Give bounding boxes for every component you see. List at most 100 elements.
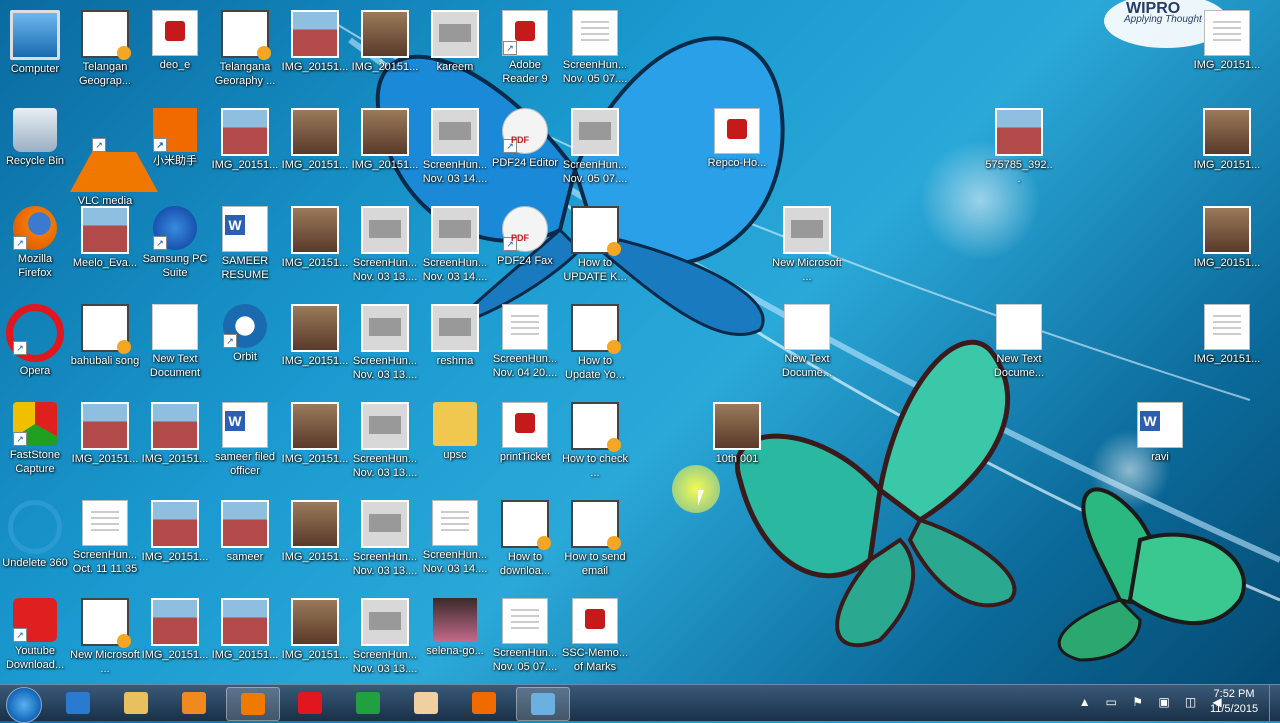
desktop-icon[interactable]: ↗ Samsung PC Suite xyxy=(140,202,210,298)
desktop-icon[interactable]: ScreenHun... Nov. 03 13.... xyxy=(350,496,420,592)
network-icon[interactable]: ◫ xyxy=(1184,695,1198,709)
desktop-icon[interactable]: upsc xyxy=(420,398,490,494)
desktop-icon[interactable]: ScreenHun... Nov. 03 14.... xyxy=(420,202,490,298)
desktop-icon[interactable]: How to Update Yo... xyxy=(560,300,630,396)
desktop-icon[interactable]: New Text Docume... xyxy=(984,300,1054,396)
taskbar-internet-explorer-button[interactable] xyxy=(52,687,104,719)
desktop-icon[interactable]: IMG_20151... xyxy=(210,594,280,690)
desktop-icon[interactable]: ↗ Youtube Download... xyxy=(0,594,70,690)
desktop-icon[interactable]: SSC-Memo... of Marks xyxy=(560,594,630,690)
desktop-icon[interactable]: IMG_20151... xyxy=(280,104,350,200)
desktop-icon[interactable]: ravi xyxy=(1125,398,1195,494)
start-button[interactable] xyxy=(6,687,42,723)
desktop-icon[interactable]: ↗ Adobe Reader 9 xyxy=(490,6,560,102)
desktop-icon-label: Adobe Reader 9 xyxy=(502,59,548,85)
desktop-icon[interactable]: IMG_20151... xyxy=(140,398,210,494)
desktop-icon[interactable]: ScreenHun... Nov. 05 07.... xyxy=(490,594,560,690)
desktop-icon[interactable]: printTicket xyxy=(490,398,560,494)
desktop-icon[interactable]: New Microsoft ... xyxy=(772,202,842,298)
desktop-icon[interactable]: ↗VLC media player xyxy=(70,104,158,221)
desktop-icon[interactable]: sameer filed officer xyxy=(210,398,280,494)
faststone-icon xyxy=(356,692,380,714)
desktop-icon[interactable]: kareem xyxy=(420,6,490,102)
desktop-icon[interactable]: ScreenHun... Nov. 05 07.... xyxy=(560,104,630,200)
desktop-icon[interactable]: ↗ 小米助手 xyxy=(140,104,210,200)
desktop-icon[interactable]: IMG_20151... xyxy=(1192,300,1262,396)
desktop-icon[interactable]: ↗ Opera xyxy=(0,300,70,396)
desktop-icon[interactable]: ↗ Orbit xyxy=(210,300,280,396)
desktop-icon[interactable]: ScreenHun... Nov. 03 13.... xyxy=(350,398,420,494)
flag-icon[interactable]: ⚑ xyxy=(1131,695,1145,709)
desktop-icon[interactable]: 575785_392... xyxy=(984,104,1054,200)
show-hidden-icons-icon[interactable]: ▲ xyxy=(1078,695,1092,709)
desktop-icon[interactable]: IMG_20151... xyxy=(280,398,350,494)
desktop-icon[interactable]: IMG_20151... xyxy=(280,496,350,592)
desktop-icon[interactable]: How to send email xyxy=(560,496,630,592)
desktop-icon[interactable]: deo_e xyxy=(140,6,210,102)
desktop-icon[interactable]: IMG_20151... xyxy=(1192,6,1262,102)
desktop-icon[interactable]: Repco-Ho... xyxy=(702,104,772,200)
taskbar-faststone-button[interactable] xyxy=(342,687,394,719)
desktop-icon[interactable]: ScreenHun... Nov. 03 14.... xyxy=(420,496,490,592)
desktop-icon[interactable]: IMG_20151... xyxy=(1192,202,1262,298)
monitor-icon[interactable]: ▣ xyxy=(1157,695,1171,709)
desktop-icon[interactable]: IMG_20151... xyxy=(350,104,420,200)
desktop-icon[interactable]: bahubali song xyxy=(70,300,140,396)
desktop-icon[interactable]: IMG_20151... xyxy=(280,300,350,396)
desktop-icon[interactable]: New Text Docume... xyxy=(772,300,842,396)
desktop-icon[interactable]: Undelete 360 xyxy=(0,496,70,592)
desktop-icon[interactable]: ↗ Mozilla Firefox xyxy=(0,202,70,298)
printer-icon[interactable]: ▭ xyxy=(1104,695,1118,709)
desktop-icon[interactable]: selena-go... xyxy=(420,594,490,690)
desktop-icon[interactable]: sameer xyxy=(210,496,280,592)
desktop-icon[interactable]: Telangana Georaphy ... xyxy=(210,6,280,102)
desktop-icon[interactable]: ScreenHun... Nov. 03 13.... xyxy=(350,594,420,690)
desktop-icon[interactable]: IMG_20151... xyxy=(350,6,420,102)
desktop-icon-label: PDF24 Fax xyxy=(497,255,553,267)
taskbar-firefox-button[interactable] xyxy=(226,687,280,721)
screen-icon xyxy=(431,304,479,352)
desktop-icon[interactable]: ↗ FastStone Capture xyxy=(0,398,70,494)
desktop-icon-label: IMG_20151... xyxy=(351,159,419,171)
taskbar-snipping-button[interactable] xyxy=(516,687,570,721)
desktop-icon[interactable]: IMG_20151... xyxy=(280,202,350,298)
desktop-icon[interactable]: Telangan Geograp... xyxy=(70,6,140,102)
desktop-icon[interactable]: ScreenHun... Nov. 03 14.... xyxy=(420,104,490,200)
clock[interactable]: 7:52 PM 11/5/2015 xyxy=(1204,687,1264,717)
desktop-icon[interactable]: ↗ PDF24 Editor xyxy=(490,104,560,200)
desktop-icon[interactable]: How to UPDATE K... xyxy=(560,202,630,298)
desktop-icon[interactable]: ScreenHun... Oct. 11 11.35 xyxy=(70,496,140,592)
taskbar-hand-tool-button[interactable] xyxy=(400,687,452,719)
desktop-icon[interactable]: IMG_20151... xyxy=(210,104,280,200)
taskbar-mi-assistant-button[interactable] xyxy=(458,687,510,719)
taskbar-media-player-button[interactable] xyxy=(168,687,220,719)
photo-icon xyxy=(1203,108,1251,156)
desktop-icon[interactable]: IMG_20151... xyxy=(1192,104,1262,200)
desktop-icon[interactable]: ScreenHun... Nov. 04 20.... xyxy=(490,300,560,396)
desktop-icon[interactable]: ScreenHun... Nov. 03 13.... xyxy=(350,202,420,298)
desktop-icon[interactable]: IMG_20151... xyxy=(140,594,210,690)
taskbar-file-explorer-button[interactable] xyxy=(110,687,162,719)
desktop-icon[interactable]: IMG_20151... xyxy=(280,6,350,102)
wipro-logo-tagline: Applying Thought xyxy=(1124,14,1202,25)
desktop-icon[interactable]: New Text Document xyxy=(140,300,210,396)
desktop-icon[interactable]: reshma xyxy=(420,300,490,396)
video-icon xyxy=(81,10,131,60)
desktop-icon[interactable]: New Microsoft ... xyxy=(70,594,140,690)
desktop-icon[interactable]: IMG_20151... xyxy=(140,496,210,592)
desktop-icon[interactable]: How to downloa... xyxy=(490,496,560,592)
desktop-icon[interactable]: SAMEER RESUME xyxy=(210,202,280,298)
desktop-icon[interactable]: IMG_20151... xyxy=(70,398,140,494)
desktop-icon[interactable]: ScreenHun... Nov. 03 13.... xyxy=(350,300,420,396)
taskbar-opera-button[interactable] xyxy=(284,687,336,719)
show-desktop-button[interactable] xyxy=(1269,685,1280,721)
internet-explorer-icon xyxy=(66,692,90,714)
desktop-icon[interactable]: How to check ... xyxy=(560,398,630,494)
desktop-icon[interactable]: ScreenHun... Nov. 05 07.... xyxy=(560,6,630,102)
desktop-icon[interactable]: ↗ PDF24 Fax xyxy=(490,202,560,298)
desktop-icon[interactable]: Recycle Bin xyxy=(0,104,70,200)
pdf-icon xyxy=(152,10,198,56)
desktop-icon[interactable]: IMG_20151... xyxy=(280,594,350,690)
desktop-icon[interactable]: Meelo_Eva... xyxy=(70,202,140,298)
desktop-icon[interactable]: Computer xyxy=(0,6,70,102)
